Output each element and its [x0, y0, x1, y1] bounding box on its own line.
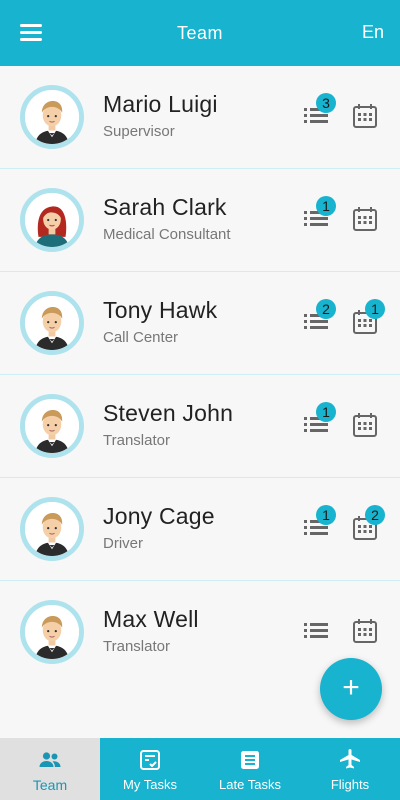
team-member-row[interactable]: Sarah Clark Medical Consultant 1 [0, 169, 400, 272]
nav-item-late-tasks[interactable]: Late Tasks [200, 738, 300, 800]
member-name: Mario Luigi [103, 91, 218, 117]
nav-label: My Tasks [123, 777, 177, 792]
team-list: Mario Luigi Supervisor 3 Sarah Clark Med… [0, 66, 400, 684]
member-name: Tony Hawk [103, 297, 218, 323]
member-role: Medical Consultant [103, 226, 231, 243]
team-member-row[interactable]: Tony Hawk Call Center 2 1 [0, 272, 400, 375]
member-name: Max Well [103, 606, 199, 632]
calendar-button[interactable] [351, 102, 379, 130]
tasks-badge: 1 [316, 505, 336, 525]
calendar-button[interactable]: 2 [351, 505, 385, 542]
calendar-button[interactable] [351, 411, 379, 439]
calendar-button[interactable] [351, 617, 379, 645]
calendar-button[interactable]: 1 [351, 299, 385, 336]
avatar [20, 188, 84, 252]
member-role: Translator [103, 638, 170, 655]
calendar-button[interactable] [351, 205, 379, 233]
tasks-list-button[interactable]: 1 [302, 505, 336, 542]
add-member-button[interactable]: + [320, 658, 382, 720]
tasks-badge: 3 [316, 93, 336, 113]
language-toggle[interactable]: En [362, 22, 384, 43]
page-title: Team [176, 22, 223, 43]
avatar [20, 291, 84, 355]
nav-item-team[interactable]: Team [0, 738, 100, 800]
tasks-list-button[interactable]: 1 [302, 196, 336, 233]
task-check-icon [138, 748, 162, 772]
avatar [20, 85, 84, 149]
avatar [20, 497, 84, 561]
nav-label: Team [32, 777, 68, 793]
member-role: Supervisor [103, 123, 175, 140]
team-member-row[interactable]: Mario Luigi Supervisor 3 [0, 66, 400, 169]
member-role: Driver [103, 535, 143, 552]
airplane-icon [338, 748, 362, 772]
calendar-icon [351, 617, 379, 645]
member-name: Steven John [103, 400, 234, 426]
list-icon [302, 617, 330, 645]
tasks-list-button[interactable] [302, 617, 330, 645]
avatar [20, 394, 84, 458]
nav-label: Late Tasks [219, 777, 281, 792]
task-list-icon [238, 748, 262, 772]
tasks-list-button[interactable]: 1 [302, 402, 336, 439]
member-name: Jony Cage [103, 503, 215, 529]
team-member-row[interactable]: Jony Cage Driver 1 2 [0, 478, 400, 581]
bottom-nav: Team My Tasks Late Tasks Flights [0, 738, 400, 800]
member-role: Call Center [103, 329, 179, 346]
calendar-icon [351, 205, 379, 233]
app-header: Team En [0, 0, 400, 66]
calendar-badge: 1 [365, 299, 385, 319]
people-icon [38, 748, 62, 772]
tasks-badge: 1 [316, 402, 336, 422]
nav-label: Flights [330, 777, 370, 792]
calendar-icon [351, 411, 379, 439]
nav-item-my-tasks[interactable]: My Tasks [100, 738, 200, 800]
member-name: Sarah Clark [103, 194, 227, 220]
tasks-list-button[interactable]: 3 [302, 93, 336, 130]
tasks-badge: 1 [316, 196, 336, 216]
team-member-row[interactable]: Steven John Translator 1 [0, 375, 400, 478]
calendar-badge: 2 [365, 505, 385, 525]
member-role: Translator [103, 432, 170, 449]
tasks-list-button[interactable]: 2 [302, 299, 336, 336]
calendar-icon [351, 102, 379, 130]
avatar [20, 600, 84, 664]
nav-item-flights[interactable]: Flights [300, 738, 400, 800]
tasks-badge: 2 [316, 299, 336, 319]
menu-icon[interactable] [20, 24, 42, 42]
